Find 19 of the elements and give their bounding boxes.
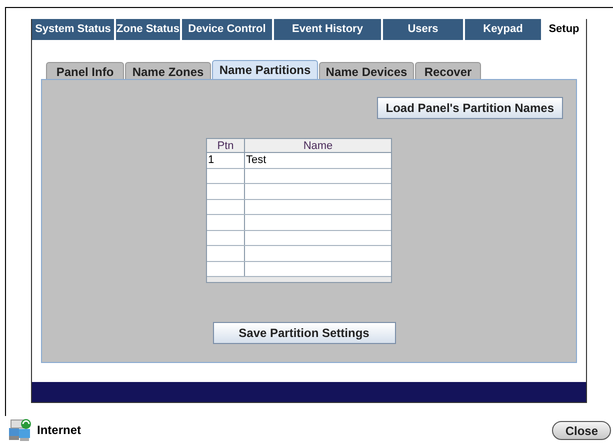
sub-tab[interactable]: Name Zones — [125, 62, 211, 79]
main-tab[interactable]: Event History — [274, 19, 383, 40]
main-tab[interactable]: System Status — [32, 19, 116, 40]
sub-tab[interactable]: Name Partitions — [212, 60, 318, 79]
column-header: Name — [302, 139, 334, 152]
table-cell: Test — [246, 154, 266, 166]
column-header: Ptn — [207, 139, 245, 152]
sub-tab[interactable]: Panel Info — [46, 62, 124, 79]
sub-tab[interactable]: Name Devices — [319, 62, 414, 79]
close-button[interactable]: Close — [552, 420, 611, 440]
table-cell: 1 — [208, 154, 214, 166]
main-tab[interactable]: Keypad — [465, 19, 543, 40]
main-tab[interactable]: Zone Status — [116, 19, 182, 40]
zone-label: Internet — [37, 422, 82, 439]
main-tab[interactable]: Device Control — [182, 19, 274, 40]
save-button[interactable]: Save Partition Settings — [212, 322, 396, 344]
load-button[interactable]: Load Panel's Partition Names — [376, 97, 563, 119]
main-tab[interactable]: Users — [383, 19, 465, 40]
sub-tab[interactable]: Recover — [415, 62, 481, 79]
